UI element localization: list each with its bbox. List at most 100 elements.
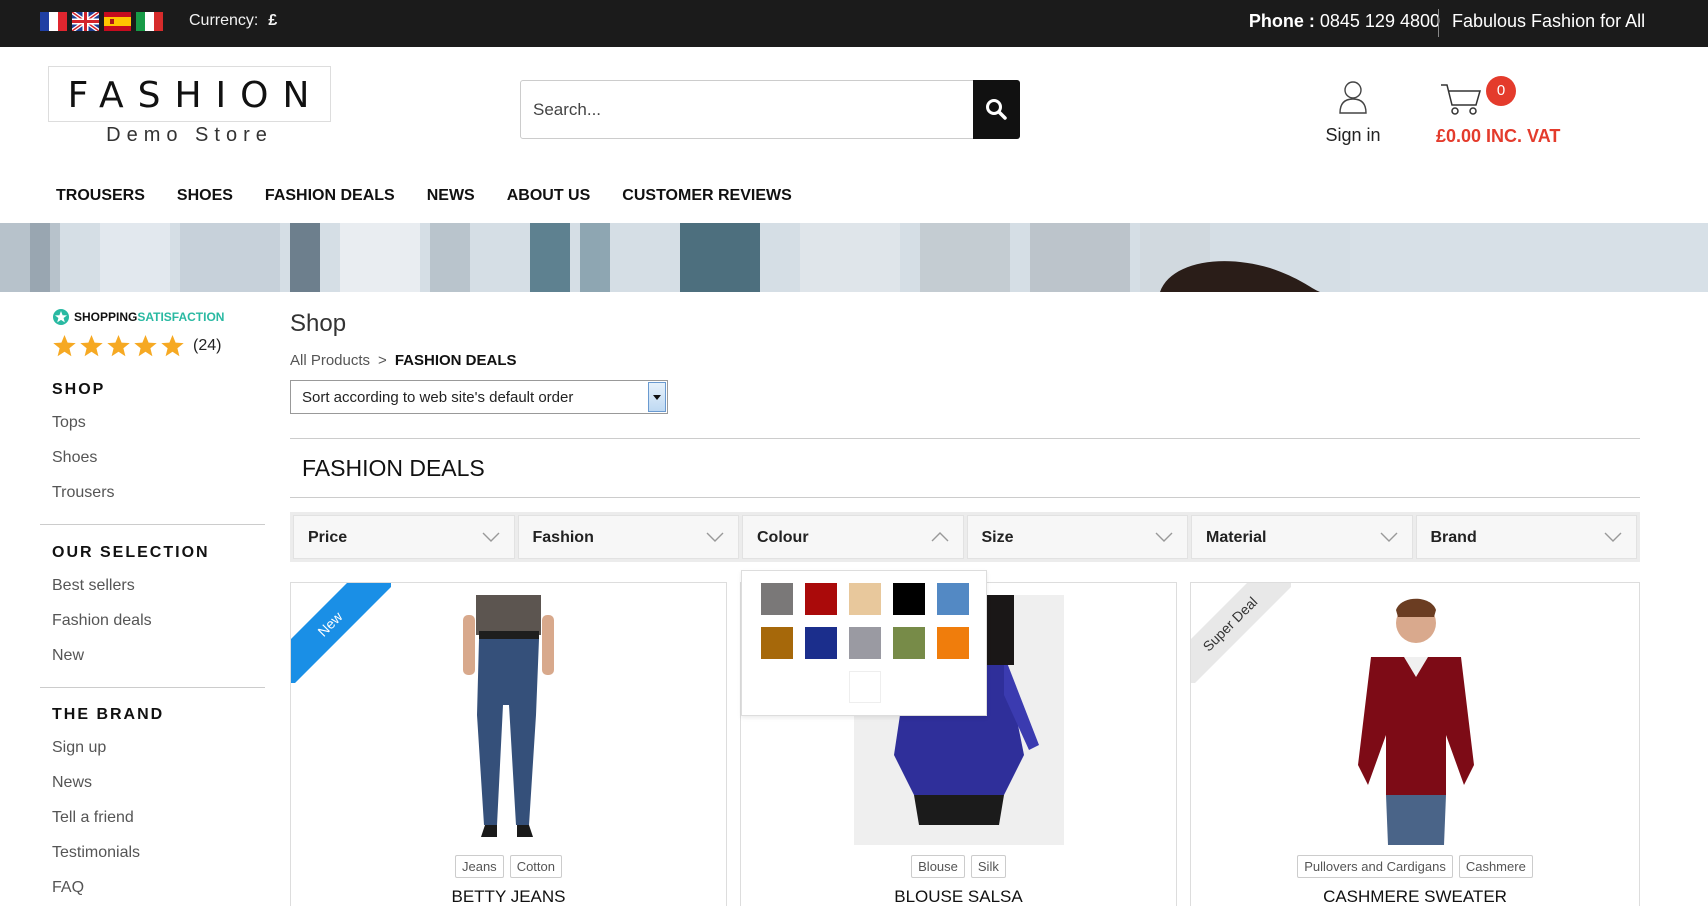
sidebar-divider bbox=[40, 687, 265, 688]
product-name[interactable]: BETTY JEANS bbox=[291, 887, 726, 906]
rating-stars: (24) bbox=[52, 334, 221, 358]
product-name[interactable]: BLOUSE SALSA bbox=[741, 887, 1176, 906]
uk-flag-icon[interactable] bbox=[72, 12, 99, 31]
star-icon bbox=[107, 335, 130, 357]
store-logo[interactable]: FASHION bbox=[48, 66, 331, 122]
sidebar-item-testimonials[interactable]: Testimonials bbox=[52, 844, 140, 862]
search-box bbox=[520, 80, 1020, 139]
sign-in-link[interactable]: Sign in bbox=[1320, 80, 1386, 146]
filter-size[interactable]: Size bbox=[966, 515, 1188, 559]
nav-shoes[interactable]: SHOES bbox=[177, 187, 233, 205]
colour-swatch-red[interactable] bbox=[805, 583, 837, 615]
section-title: FASHION DEALS bbox=[302, 455, 485, 481]
sidebar-item-fashion-deals[interactable]: Fashion deals bbox=[52, 612, 152, 630]
logo-main-text: FASHION bbox=[67, 75, 324, 116]
sidebar-item-sign-up[interactable]: Sign up bbox=[52, 739, 106, 757]
sidebar-item-trousers[interactable]: Trousers bbox=[52, 484, 115, 502]
product-tag[interactable]: Silk bbox=[970, 855, 1006, 878]
nav-customer-reviews[interactable]: CUSTOMER REVIEWS bbox=[622, 187, 792, 205]
filter-label: Size bbox=[981, 529, 1014, 546]
the-brand-heading: THE BRAND bbox=[52, 706, 165, 723]
section-divider bbox=[290, 497, 1640, 498]
sidebar-item-news[interactable]: News bbox=[52, 774, 92, 792]
spain-flag-icon[interactable] bbox=[104, 12, 131, 31]
hero-banner bbox=[0, 223, 1708, 292]
nav-fashion-deals[interactable]: FASHION DEALS bbox=[265, 187, 395, 205]
main-nav: TROUSERS SHOES FASHION DEALS NEWS ABOUT … bbox=[56, 187, 824, 205]
colour-swatch-silver[interactable] bbox=[849, 627, 881, 659]
chevron-down-icon bbox=[1380, 532, 1397, 542]
logo-sub-text[interactable]: Demo Store bbox=[48, 124, 331, 147]
sort-dropdown-button[interactable] bbox=[648, 382, 666, 412]
sort-selected-value: Sort according to web site's default ord… bbox=[302, 389, 574, 406]
tagline: Fabulous Fashion for All bbox=[1452, 11, 1646, 31]
shopping-satisfaction-badge[interactable]: SHOPPING SATISFACTION bbox=[52, 308, 224, 326]
phone-label: Phone : bbox=[1248, 11, 1315, 31]
nav-news[interactable]: NEWS bbox=[427, 187, 475, 205]
sidebar-item-tops[interactable]: Tops bbox=[52, 414, 86, 432]
star-icon bbox=[134, 335, 157, 357]
filter-label: Material bbox=[1206, 529, 1267, 546]
search-button[interactable] bbox=[973, 80, 1020, 139]
france-flag-icon[interactable] bbox=[40, 12, 67, 31]
satisfaction-text-b: SATISFACTION bbox=[137, 310, 225, 324]
colour-swatch-green[interactable] bbox=[893, 627, 925, 659]
product-card[interactable]: Super Deal Pullovers and Cardigans Cashm… bbox=[1190, 582, 1640, 906]
shop-heading: SHOP bbox=[52, 381, 106, 398]
cart-icon bbox=[1441, 84, 1481, 115]
page-title: Shop bbox=[290, 310, 347, 337]
colour-swatch-brown[interactable] bbox=[761, 627, 793, 659]
sidebar-divider bbox=[40, 524, 265, 525]
filter-label: Price bbox=[308, 529, 348, 546]
phone-number: 0845 129 4800 bbox=[1319, 11, 1440, 31]
filter-label: Colour bbox=[757, 529, 809, 546]
filter-brand[interactable]: Brand bbox=[1415, 515, 1637, 559]
italy-flag-icon[interactable] bbox=[136, 12, 163, 31]
sort-select[interactable]: Sort according to web site's default ord… bbox=[290, 380, 668, 414]
product-tag[interactable]: Cashmere bbox=[1458, 855, 1533, 878]
cart-count-badge: 0 bbox=[1486, 76, 1516, 106]
colour-swatch-white[interactable] bbox=[849, 671, 881, 703]
hero-city-image bbox=[0, 223, 1708, 292]
cart-total: £0.00 INC. VAT bbox=[1436, 126, 1561, 146]
filter-material[interactable]: Material bbox=[1191, 515, 1413, 559]
star-icon bbox=[80, 335, 103, 357]
colour-swatch-grey[interactable] bbox=[761, 583, 793, 615]
breadcrumb-root-link[interactable]: All Products bbox=[290, 352, 370, 369]
nav-about-us[interactable]: ABOUT US bbox=[507, 187, 591, 205]
product-tag[interactable]: Cotton bbox=[509, 855, 562, 878]
product-tag[interactable]: Jeans bbox=[454, 855, 504, 878]
filter-label: Fashion bbox=[532, 529, 594, 546]
sidebar-item-new[interactable]: New bbox=[52, 647, 84, 665]
product-name[interactable]: CASHMERE SWEATER bbox=[1191, 887, 1639, 906]
nav-trousers[interactable]: TROUSERS bbox=[56, 187, 145, 205]
filter-colour[interactable]: Colour bbox=[742, 515, 964, 559]
colour-swatch-orange[interactable] bbox=[937, 627, 969, 659]
star-icon bbox=[161, 335, 184, 357]
product-tags: Blouse Silk bbox=[741, 855, 1176, 878]
product-image-jeans bbox=[463, 595, 554, 837]
user-icon bbox=[1339, 81, 1367, 114]
product-card[interactable]: New Jeans Cotton BETTY JEANS bbox=[290, 582, 727, 906]
colour-swatch-black[interactable] bbox=[893, 583, 925, 615]
chevron-down-icon bbox=[482, 532, 499, 542]
sidebar-item-shoes[interactable]: Shoes bbox=[52, 449, 97, 467]
sidebar-item-faq[interactable]: FAQ bbox=[52, 879, 84, 897]
colour-swatch-blue[interactable] bbox=[937, 583, 969, 615]
search-input[interactable] bbox=[521, 81, 975, 138]
chevron-down-icon bbox=[1604, 532, 1622, 542]
filter-fashion[interactable]: Fashion bbox=[517, 515, 739, 559]
ribbon-new: New bbox=[291, 583, 391, 683]
breadcrumb-separator: > bbox=[378, 352, 387, 369]
product-tags: Jeans Cotton bbox=[291, 855, 726, 878]
product-tag[interactable]: Blouse bbox=[911, 855, 965, 878]
product-tag[interactable]: Pullovers and Cardigans bbox=[1297, 855, 1453, 878]
satisfaction-logo-icon bbox=[53, 309, 69, 325]
language-flags bbox=[40, 12, 163, 31]
filter-price[interactable]: Price bbox=[293, 515, 515, 559]
colour-swatch-navy[interactable] bbox=[805, 627, 837, 659]
colour-swatch-beige[interactable] bbox=[849, 583, 881, 615]
currency-selector[interactable]: Currency: £ bbox=[189, 12, 277, 30]
sidebar-item-best-sellers[interactable]: Best sellers bbox=[52, 577, 135, 595]
sidebar-item-tell-a-friend[interactable]: Tell a friend bbox=[52, 809, 134, 827]
